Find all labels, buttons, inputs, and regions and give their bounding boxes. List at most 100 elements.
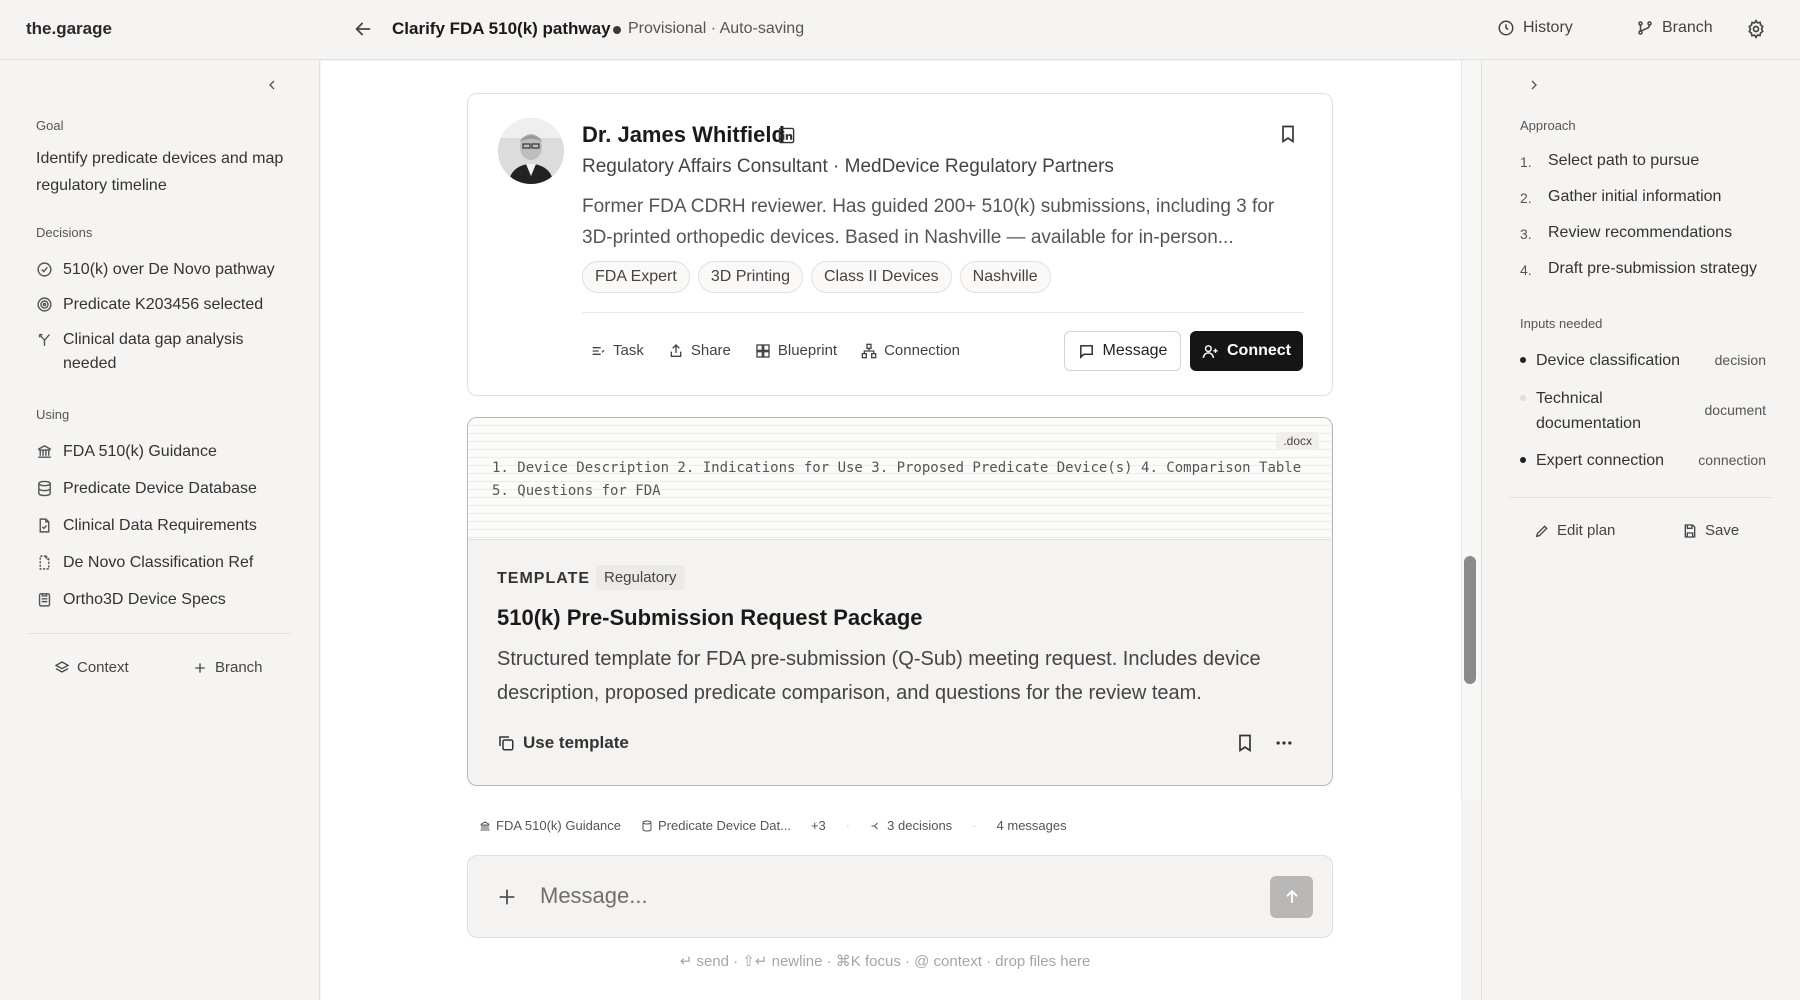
send-button[interactable] bbox=[1270, 876, 1313, 918]
use-template-label: Use template bbox=[523, 733, 629, 752]
input-item[interactable]: Device classification decision bbox=[1520, 348, 1766, 373]
input-item[interactable]: Expert connection connection bbox=[1520, 448, 1766, 473]
input-kind: decision bbox=[1714, 352, 1766, 368]
task-button[interactable]: Task bbox=[590, 342, 644, 359]
decision-label: Clinical data gap analysis needed bbox=[63, 331, 244, 372]
bookmark-icon[interactable] bbox=[1235, 733, 1255, 753]
approach-label: Approach bbox=[1520, 118, 1576, 133]
step-number: 4. bbox=[1520, 262, 1532, 278]
decisions-label: Decisions bbox=[36, 225, 93, 240]
status-dot bbox=[1520, 457, 1526, 463]
brand-logo[interactable]: the.garage bbox=[26, 19, 112, 39]
source-item[interactable]: Clinical Data Requirements bbox=[36, 514, 257, 538]
source-label: Clinical Data Requirements bbox=[63, 517, 257, 534]
history-button[interactable]: History bbox=[1497, 19, 1573, 37]
message-button[interactable]: Message bbox=[1064, 331, 1181, 371]
decision-item[interactable]: Clinical data gap analysis needed bbox=[36, 328, 256, 376]
source-label: Ortho3D Device Specs bbox=[63, 591, 226, 608]
history-label: History bbox=[1523, 19, 1573, 36]
plus-icon[interactable] bbox=[496, 886, 518, 908]
scrollbar-track[interactable] bbox=[1461, 61, 1481, 799]
expert-name[interactable]: Dr. James Whitfield bbox=[582, 122, 785, 148]
decision-item[interactable]: 510(k) over De Novo pathway bbox=[36, 258, 275, 282]
context-more-count[interactable]: +3 bbox=[811, 818, 826, 833]
scrollbar-thumb[interactable] bbox=[1464, 556, 1476, 684]
document-preview: .docx 1. Device Description 2. Indicatio… bbox=[468, 418, 1331, 540]
tag-chip[interactable]: Class II Devices bbox=[810, 261, 952, 293]
share-button[interactable]: Share bbox=[668, 342, 731, 359]
more-horizontal-icon[interactable] bbox=[1274, 733, 1294, 753]
portrait-image bbox=[498, 118, 564, 184]
source-item[interactable]: Predicate Device Database bbox=[36, 477, 257, 501]
message-input[interactable] bbox=[540, 883, 1140, 909]
input-kind: connection bbox=[1698, 452, 1766, 468]
status-dot bbox=[613, 26, 621, 34]
source-item[interactable]: Ortho3D Device Specs bbox=[36, 588, 226, 612]
approach-step[interactable]: 3. Review recommendations bbox=[1520, 224, 1732, 242]
goal-label: Goal bbox=[36, 118, 64, 133]
connection-button[interactable]: Connection bbox=[861, 342, 960, 359]
task-label: Task bbox=[613, 342, 644, 359]
expert-role: Regulatory Affairs Consultant · MedDevic… bbox=[582, 156, 1114, 177]
connect-button[interactable]: Connect bbox=[1190, 331, 1303, 371]
step-number: 2. bbox=[1520, 190, 1532, 206]
separator: · bbox=[972, 818, 977, 833]
approach-step[interactable]: 1. Select path to pursue bbox=[1520, 152, 1699, 170]
linkedin-icon[interactable] bbox=[778, 127, 795, 144]
approach-step[interactable]: 2. Gather initial information bbox=[1520, 188, 1721, 206]
input-name: Expert connection bbox=[1536, 452, 1665, 469]
tag-chip[interactable]: FDA Expert bbox=[582, 261, 690, 293]
keyboard-hints-text: ↵ send · ⇧↵ newline · ⌘K focus · @ conte… bbox=[679, 953, 1091, 970]
context-source-label: Predicate Device Dat... bbox=[658, 818, 791, 833]
messages-count[interactable]: 4 messages bbox=[997, 818, 1067, 833]
source-item[interactable]: FDA 510(k) Guidance bbox=[36, 440, 217, 464]
tag-chip[interactable]: Nashville bbox=[959, 261, 1051, 293]
sidebar-divider bbox=[1510, 497, 1772, 498]
use-template-button[interactable]: Use template bbox=[497, 733, 629, 753]
gear-icon[interactable] bbox=[1746, 19, 1766, 39]
bank-icon bbox=[480, 820, 490, 830]
input-item[interactable]: Technical documentation document bbox=[1520, 386, 1766, 436]
add-branch-button[interactable]: Branch bbox=[192, 659, 263, 676]
expert-tags: FDA Expert 3D Printing Class II Devices … bbox=[582, 261, 1051, 293]
tag-chip[interactable]: 3D Printing bbox=[697, 261, 803, 293]
chevron-left-icon[interactable] bbox=[264, 77, 280, 93]
template-category-badge: Regulatory bbox=[596, 565, 685, 590]
target-icon bbox=[37, 297, 52, 312]
plus-icon bbox=[195, 662, 205, 673]
blueprint-button[interactable]: Blueprint bbox=[755, 342, 837, 359]
save-label: Save bbox=[1705, 522, 1740, 539]
context-source-chip[interactable]: Predicate Device Dat... bbox=[641, 818, 791, 833]
back-arrow-icon[interactable] bbox=[352, 18, 374, 40]
document-preview-text: 1. Device Description 2. Indications for… bbox=[492, 460, 1302, 499]
source-label: De Novo Classification Ref bbox=[63, 554, 254, 571]
arrow-up-icon bbox=[1285, 889, 1298, 903]
copy-icon bbox=[499, 736, 514, 751]
avatar[interactable] bbox=[498, 118, 564, 184]
split-icon bbox=[38, 333, 50, 346]
card-actions: Task Share Blueprint Connection bbox=[590, 342, 960, 359]
decision-item[interactable]: Predicate K203456 selected bbox=[36, 293, 263, 317]
share-label: Share bbox=[690, 342, 731, 359]
context-source-label: FDA 510(k) Guidance bbox=[496, 818, 622, 833]
message-label: Message bbox=[1102, 342, 1168, 359]
expert-profile-card: Dr. James Whitfield Regulatory Affairs C… bbox=[467, 93, 1333, 396]
save-button[interactable]: Save bbox=[1682, 522, 1739, 539]
clock-icon bbox=[1498, 20, 1514, 36]
decisions-count[interactable]: 3 decisions bbox=[870, 818, 952, 833]
edit-plan-button[interactable]: Edit plan bbox=[1534, 522, 1615, 539]
template-card[interactable]: .docx 1. Device Description 2. Indicatio… bbox=[467, 417, 1333, 786]
approach-step[interactable]: 4. Draft pre-submission strategy bbox=[1520, 260, 1757, 278]
branch-button[interactable]: Branch bbox=[1636, 19, 1713, 37]
save-status: Provisional · Auto-saving bbox=[628, 20, 805, 37]
context-source-chip[interactable]: FDA 510(k) Guidance bbox=[479, 818, 621, 833]
page-title: Clarify FDA 510(k) pathway bbox=[392, 19, 611, 38]
chevron-right-icon[interactable] bbox=[1526, 77, 1542, 93]
branch-label: Branch bbox=[1662, 19, 1713, 36]
source-item[interactable]: De Novo Classification Ref bbox=[36, 551, 253, 575]
bookmark-icon[interactable] bbox=[1278, 124, 1298, 144]
grid-icon bbox=[756, 343, 770, 358]
context-button[interactable]: Context bbox=[54, 659, 129, 676]
goal-text: Identify predicate devices and map regul… bbox=[36, 150, 284, 194]
connect-label: Connect bbox=[1227, 342, 1291, 359]
